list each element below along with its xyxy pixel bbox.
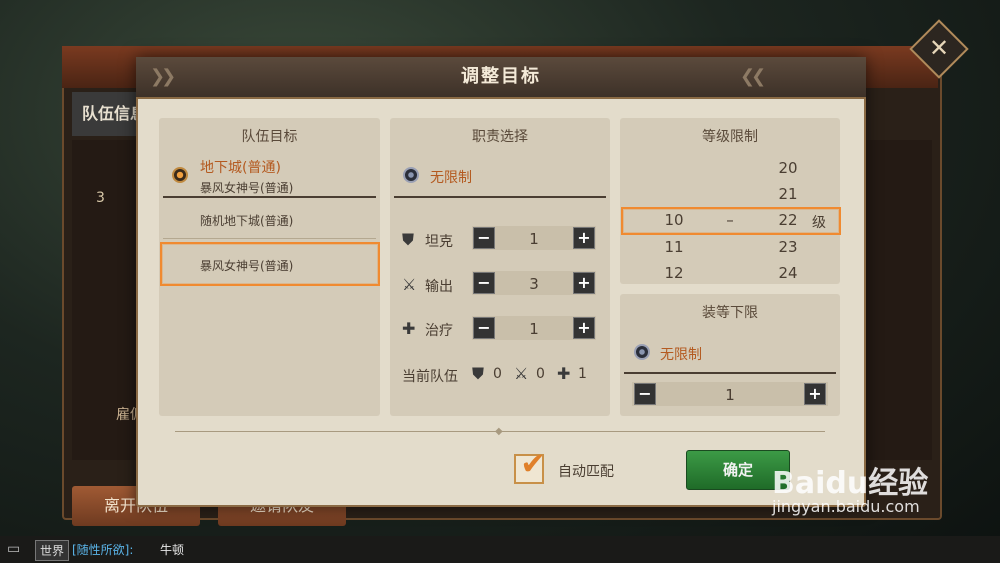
- current-shield-icon: ⛊: [472, 364, 485, 383]
- healer-plus-button[interactable]: +: [573, 317, 595, 339]
- header-left-chevron-icon: ❯❯: [150, 66, 176, 87]
- gear-divider: [624, 372, 836, 374]
- roles-unlimited-label: 无限制: [430, 170, 472, 186]
- background-right-panel: [862, 140, 932, 460]
- dps-plus-button[interactable]: +: [573, 272, 595, 294]
- team-goal-option-random-dungeon[interactable]: 随机地下城(普通): [200, 212, 293, 229]
- chat-speaker[interactable]: [随性所欲]:: [72, 541, 133, 558]
- current-sword-icon: ⚔: [514, 364, 529, 383]
- level-max-option[interactable]: 23: [768, 238, 808, 256]
- level-range-dash: –: [726, 211, 734, 229]
- level-min-option[interactable]: 12: [654, 264, 694, 282]
- chat-channel-badge: 世界: [35, 540, 70, 561]
- tank-value: 1: [529, 230, 539, 248]
- close-icon[interactable]: ✕: [918, 28, 960, 70]
- current-tank-count: 0: [493, 366, 502, 382]
- auto-match-label: 自动匹配: [558, 464, 614, 480]
- level-limit-title: 等级限制: [702, 129, 758, 145]
- level-max-selected[interactable]: 22: [768, 211, 808, 229]
- level-max-option[interactable]: 21: [768, 185, 808, 203]
- current-team-label: 当前队伍: [402, 369, 458, 385]
- cross-icon: ✚: [402, 319, 416, 338]
- current-cross-icon: ✚: [557, 364, 571, 383]
- team-goal-selected-main: 地下城(普通): [200, 160, 281, 176]
- current-dps-count: 0: [536, 366, 545, 382]
- gear-min-title: 装等下限: [702, 305, 758, 321]
- healer-minus-button[interactable]: −: [473, 317, 495, 339]
- dps-value: 3: [529, 275, 539, 293]
- gear-plus-button[interactable]: +: [804, 383, 826, 405]
- level-max-option[interactable]: 20: [768, 159, 808, 177]
- option-separator: [163, 238, 376, 239]
- checkmark-icon[interactable]: ✔: [516, 448, 550, 482]
- separator-diamond-icon: ◆: [495, 426, 503, 437]
- team-goal-divider: [163, 196, 376, 198]
- tank-plus-button[interactable]: +: [573, 227, 595, 249]
- role-tank-label: 坦克: [425, 234, 453, 250]
- team-goal-title: 队伍目标: [241, 129, 298, 145]
- team-goal-radio-selected[interactable]: [172, 167, 188, 183]
- roles-title: 职责选择: [472, 129, 528, 145]
- chat-bubble-icon[interactable]: ▭: [7, 542, 27, 556]
- dps-minus-button[interactable]: −: [473, 272, 495, 294]
- team-goal-selected-sub: 暴风女神号(普通): [200, 181, 294, 195]
- current-healer-count: 1: [578, 366, 587, 382]
- level-max-option[interactable]: 24: [768, 264, 808, 282]
- roles-divider: [394, 196, 606, 198]
- level-min-selected[interactable]: 10: [654, 211, 694, 229]
- baidu-watermark-url: jingyan.baidu.com: [772, 497, 920, 516]
- chat-bar[interactable]: [0, 536, 1000, 563]
- level-unit: 级: [812, 215, 826, 231]
- role-healer-label: 治疗: [425, 323, 453, 339]
- healer-value: 1: [529, 320, 539, 338]
- shield-icon: ⛊: [402, 230, 415, 249]
- gear-minus-button[interactable]: −: [634, 383, 656, 405]
- team-goal-option-storm-goddess[interactable]: 暴风女神号(普通): [200, 257, 293, 274]
- gear-unlimited-radio[interactable]: [634, 344, 650, 360]
- tank-minus-button[interactable]: −: [473, 227, 495, 249]
- role-dps-label: 输出: [425, 279, 453, 295]
- gear-unlimited-label: 无限制: [660, 347, 702, 363]
- chat-message: 牛顿: [160, 543, 185, 557]
- sword-icon: ⚔: [402, 275, 417, 294]
- roles-unlimited-radio[interactable]: [403, 167, 419, 183]
- level-min-option[interactable]: 11: [654, 238, 694, 256]
- gear-value: 1: [725, 386, 735, 404]
- baidu-watermark-logo: Baidu经验: [772, 466, 929, 501]
- background-side-number: 3: [96, 190, 105, 206]
- header-right-chevron-icon: ❮❮: [740, 66, 766, 87]
